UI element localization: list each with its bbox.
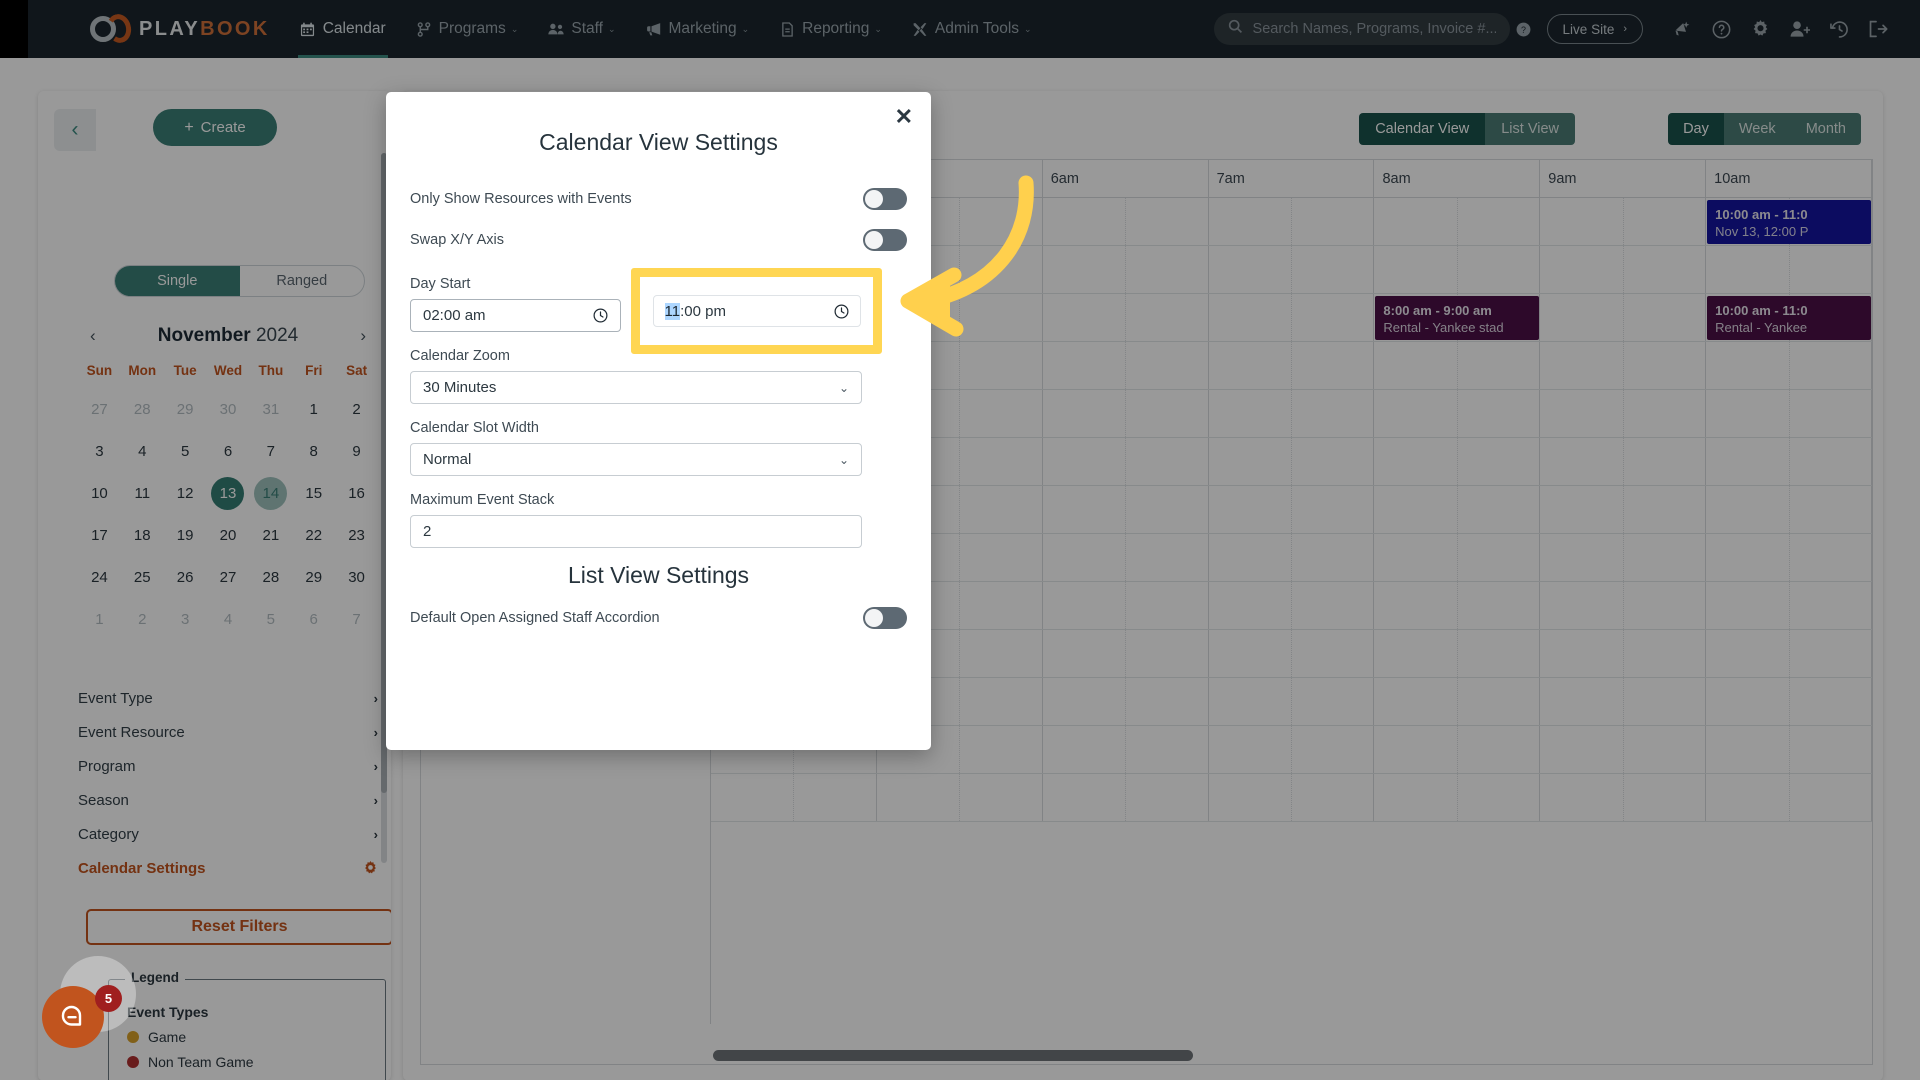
calendar-view-settings-modal: ✕ Calendar View Settings Only Show Resou… — [386, 92, 931, 750]
setting-default-open-accordion: Default Open Assigned Staff Accordion — [410, 597, 907, 638]
chevron-down-icon: ⌄ — [838, 380, 849, 395]
chevron-down-icon: ⌄ — [838, 452, 849, 467]
day-end-rest: :00 pm — [680, 302, 726, 320]
only-show-resources-toggle[interactable] — [863, 187, 907, 210]
swap-xy-axis-toggle[interactable] — [863, 228, 907, 251]
setting-label: Swap X/Y Axis — [410, 231, 505, 248]
day-end-input[interactable]: 11:00 pm — [652, 295, 861, 327]
modal-title: Calendar View Settings — [539, 129, 778, 155]
setting-only-show-resources: Only Show Resources with Events — [410, 178, 907, 219]
clock-icon[interactable] — [834, 304, 849, 319]
day-end-value: 11:00 pm — [664, 302, 726, 320]
list-view-settings-title: List View Settings — [567, 562, 750, 588]
close-icon[interactable]: ✕ — [895, 104, 913, 130]
day-end-callout-highlight: 11:00 pm — [631, 268, 882, 354]
calendar-zoom-select[interactable]: 30 Minutes ⌄ — [410, 371, 862, 404]
default-open-staff-accordion-toggle[interactable] — [863, 606, 907, 629]
setting-label: Only Show Resources with Events — [410, 190, 632, 207]
day-start-input[interactable]: 02:00 am — [410, 299, 621, 332]
modal-overlay[interactable] — [0, 0, 1920, 1080]
day-end-hour-selected: 11 — [664, 302, 681, 320]
modal-body: Only Show Resources with Events Swap X/Y… — [386, 178, 931, 548]
slot-width-value: Normal — [423, 451, 472, 468]
calendar-zoom-value: 30 Minutes — [423, 379, 497, 396]
list-view-settings-body: Default Open Assigned Staff Accordion — [386, 597, 931, 638]
calendar-slot-width-select[interactable]: Normal ⌄ — [410, 443, 862, 476]
chat-unread-badge: 5 — [95, 985, 122, 1012]
slot-width-label: Calendar Slot Width — [410, 420, 539, 436]
setting-label: Default Open Assigned Staff Accordion — [410, 609, 660, 626]
max-event-stack-label: Maximum Event Stack — [410, 492, 555, 508]
app-root: PLAYBOOK Calendar Programs ⌄ Staff ⌄ Mar… — [0, 0, 1920, 1080]
day-start-value: 02:00 am — [423, 307, 486, 324]
max-event-stack-value: 2 — [423, 523, 432, 540]
clock-icon[interactable] — [593, 308, 608, 323]
max-event-stack-input[interactable]: 2 — [410, 515, 862, 548]
setting-swap-xy-axis: Swap X/Y Axis — [410, 219, 907, 260]
